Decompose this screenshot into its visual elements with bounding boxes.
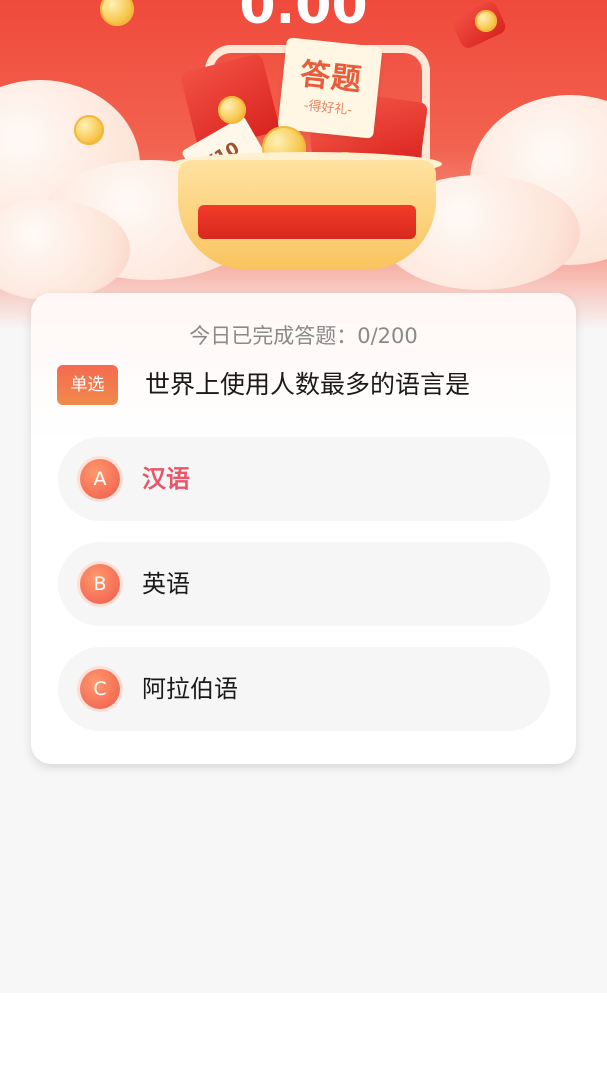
quiz-ticket: 答题 -得好礼- <box>277 37 383 139</box>
balance-amount: 0.00 <box>239 0 368 36</box>
daily-progress: 今日已完成答题：0/200 <box>189 324 418 348</box>
basket-band <box>198 205 416 239</box>
coin-icon <box>74 115 104 145</box>
option-label: 英语 <box>142 570 190 598</box>
option-letter-badge: C <box>80 669 120 709</box>
question-type-badge: 单选 <box>57 365 118 405</box>
coin-icon <box>218 96 246 124</box>
option-letter-badge: B <box>80 564 120 604</box>
option-letter-badge: A <box>80 459 120 499</box>
option-c[interactable]: C 阿拉伯语 <box>58 647 550 731</box>
question-text: 世界上使用人数最多的语言是 <box>145 370 471 399</box>
coin-icon <box>475 10 497 32</box>
reward-banner: 0.00 答题 -得好礼- ¥10 <box>0 0 607 330</box>
option-a[interactable]: A 汉语 <box>58 437 550 521</box>
option-label: 汉语 <box>142 465 190 493</box>
option-label: 阿拉伯语 <box>142 675 238 703</box>
quiz-card: 今日已完成答题：0/200 单选 世界上使用人数最多的语言是 A 汉语 B 英语… <box>31 293 576 764</box>
option-b[interactable]: B 英语 <box>58 542 550 626</box>
